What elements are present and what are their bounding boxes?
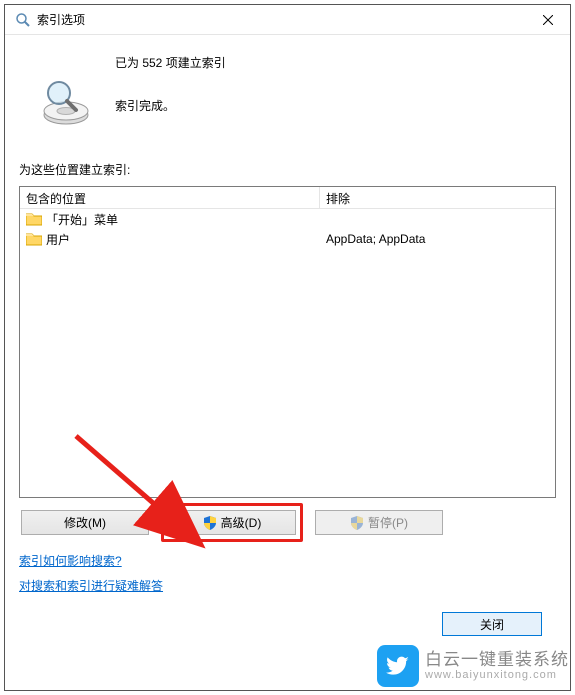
titlebar: 索引选项 [5,5,570,35]
pause-button-label: 暂停(P) [368,514,408,531]
list-item[interactable]: 用户 AppData; AppData [20,229,555,249]
list-item[interactable]: 「开始」菜单 [20,209,555,229]
help-links: 索引如何影响搜索? 对搜索和索引进行疑难解答 [19,552,556,602]
locations-listbox[interactable]: 包含的位置 排除 「开始」菜单 [19,186,556,498]
status-count: 已为 552 项建立索引 [115,55,226,72]
column-header-excluded[interactable]: 排除 [320,187,555,208]
status-complete: 索引完成。 [115,98,226,115]
locations-label: 为这些位置建立索引: [19,161,556,178]
advanced-button-label: 高级(D) [221,514,262,531]
link-troubleshoot[interactable]: 对搜索和索引进行疑难解答 [19,577,163,594]
locations-header: 包含的位置 排除 [20,187,555,209]
dialog-content: 已为 552 项建立索引 索引完成。 为这些位置建立索引: 包含的位置 排除 [5,35,570,690]
indexing-options-dialog: 索引选项 已为 552 项建立索引 索引完成。 [4,4,571,691]
button-row: 修改(M) 高级(D) [19,510,556,542]
modify-button[interactable]: 修改(M) [21,510,149,535]
dialog-bottom: 关闭 [19,606,556,650]
included-location: 「开始」菜单 [46,211,118,228]
locations-body: 「开始」菜单 用户 AppData; AppData [20,209,555,497]
pause-button: 暂停(P) [315,510,443,535]
column-header-included[interactable]: 包含的位置 [20,187,320,208]
magnifier-drive-icon [39,75,93,129]
shield-icon [203,516,217,530]
close-icon[interactable] [525,5,570,34]
shield-icon [350,516,364,530]
included-location: 用户 [46,231,70,248]
folder-icon [26,232,42,246]
excluded-location: AppData; AppData [320,232,555,246]
status-area: 已为 552 项建立索引 索引完成。 [19,53,556,129]
dialog-title: 索引选项 [37,11,525,28]
search-icon [15,12,31,28]
advanced-button[interactable]: 高级(D) [168,510,296,535]
close-button[interactable]: 关闭 [442,612,542,636]
folder-icon [26,212,42,226]
link-help-search[interactable]: 索引如何影响搜索? [19,552,122,569]
highlight-box: 高级(D) [161,503,303,542]
